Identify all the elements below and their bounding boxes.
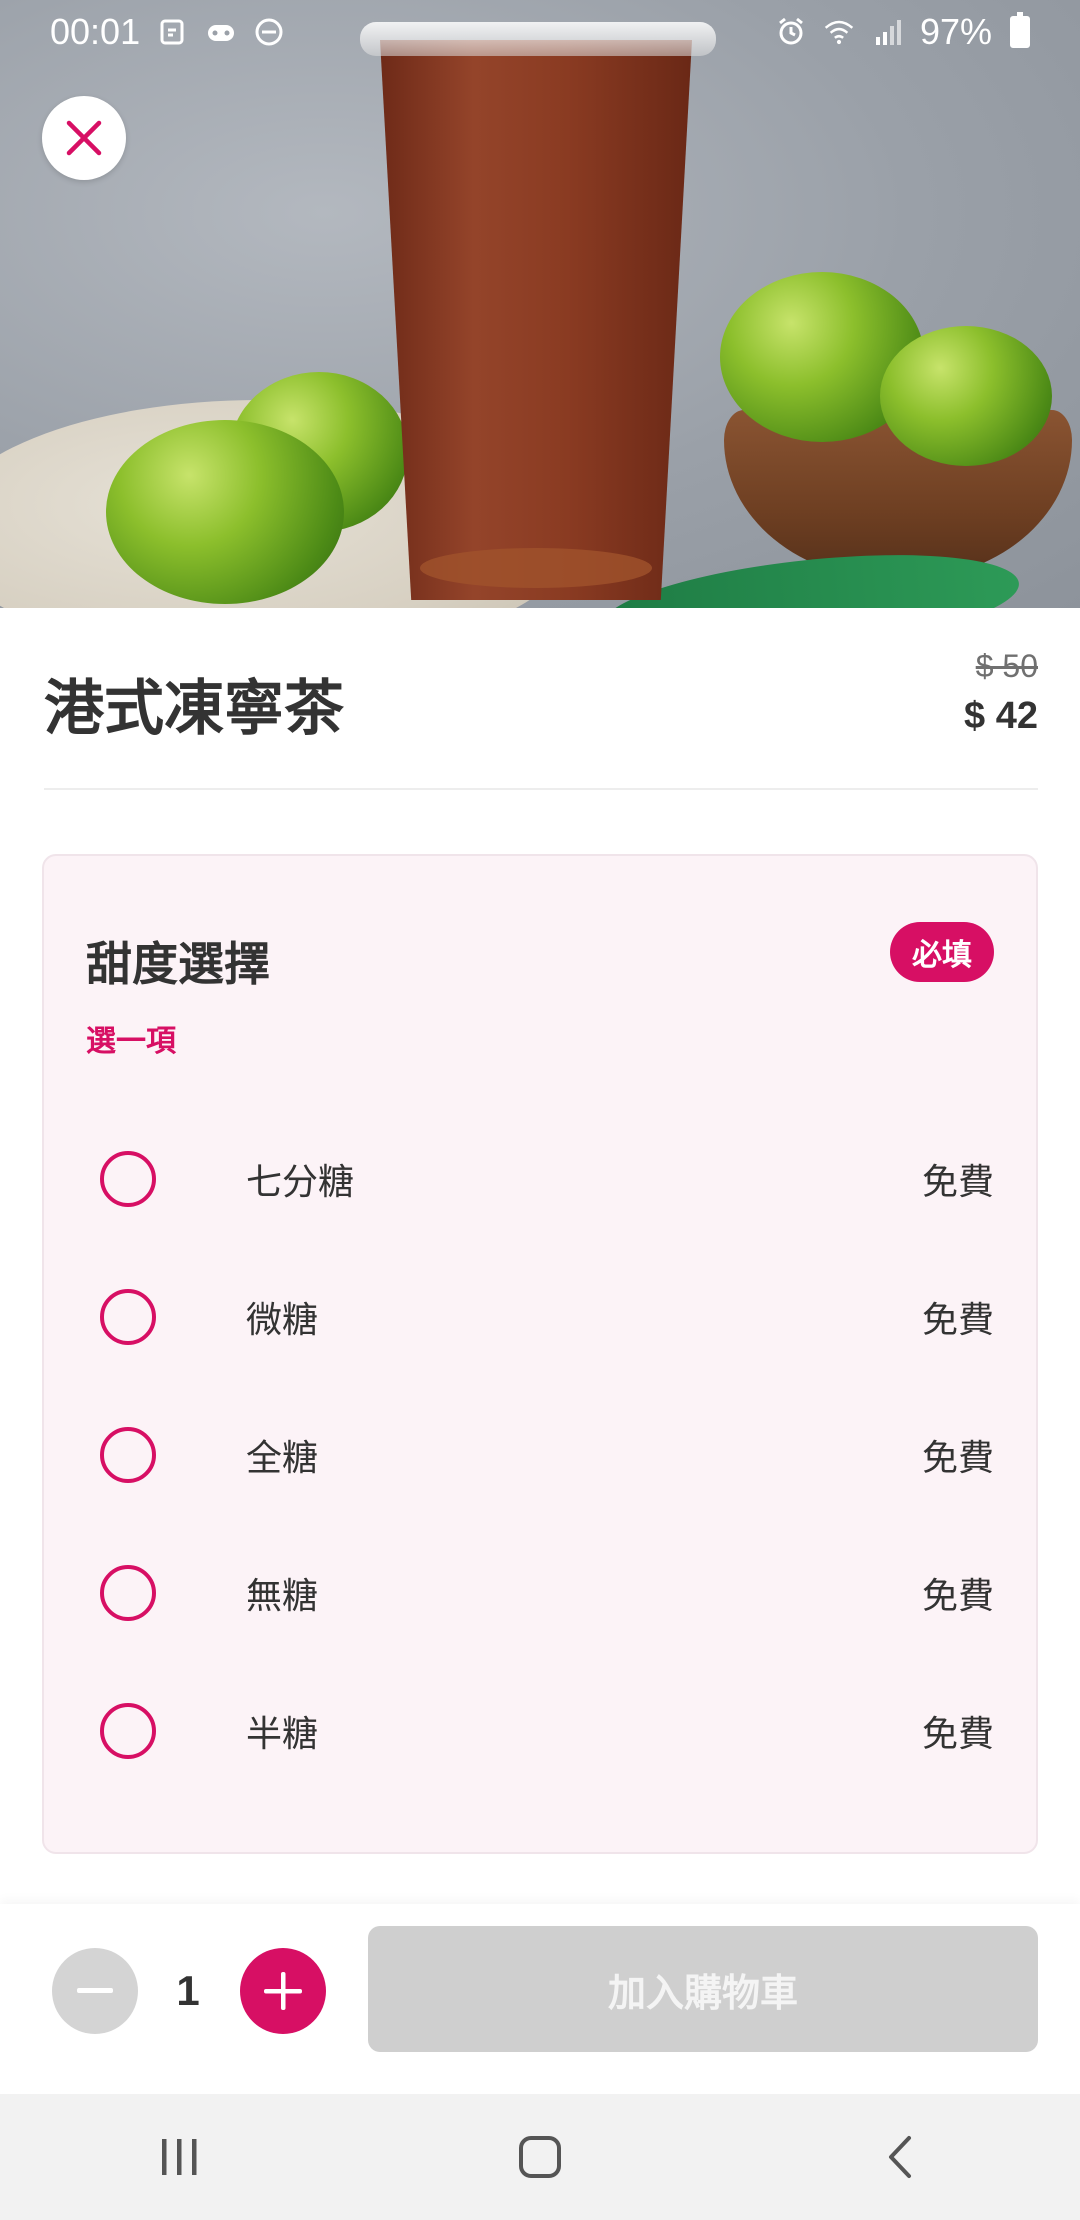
radio-button[interactable] xyxy=(100,1703,156,1759)
do-not-disturb-icon xyxy=(254,17,284,47)
option-label: 半糖 xyxy=(246,1714,319,1755)
option-row[interactable]: 七分糖 免費 xyxy=(44,1110,1036,1248)
option-label: 七分糖 xyxy=(246,1162,355,1203)
radio-button[interactable] xyxy=(100,1565,156,1621)
home-button[interactable] xyxy=(480,2107,600,2207)
price-block: $ 50 $ 42 xyxy=(964,648,1038,738)
product-image xyxy=(0,0,1080,608)
tea-cup xyxy=(380,40,692,600)
add-to-cart-button[interactable]: 加入購物車 xyxy=(368,1926,1038,2052)
battery-level: 97% xyxy=(919,11,992,52)
required-badge: 必填 xyxy=(890,922,994,982)
option-price: 免費 xyxy=(921,1576,994,1617)
close-icon xyxy=(66,120,102,156)
option-price: 免費 xyxy=(921,1438,994,1479)
option-row[interactable]: 無糖 免費 xyxy=(44,1524,1036,1662)
original-price: $ 50 xyxy=(975,648,1038,684)
plus-icon xyxy=(264,1972,302,2010)
back-button[interactable] xyxy=(840,2107,960,2207)
option-price: 免費 xyxy=(921,1162,994,1203)
lime-decor xyxy=(880,326,1052,466)
lime-decor xyxy=(106,420,344,604)
notification-icon xyxy=(158,17,188,47)
recent-apps-icon xyxy=(162,2139,197,2175)
option-label: 全糖 xyxy=(246,1438,319,1479)
option-price: 免費 xyxy=(921,1300,994,1341)
option-row[interactable]: 半糖 免費 xyxy=(44,1662,1036,1800)
increase-quantity-button[interactable] xyxy=(240,1948,326,2034)
option-label: 無糖 xyxy=(246,1576,319,1617)
status-time: 00:01 xyxy=(50,11,141,52)
option-label: 微糖 xyxy=(246,1300,319,1341)
option-row[interactable]: 微糖 免費 xyxy=(44,1248,1036,1386)
radio-button[interactable] xyxy=(100,1151,156,1207)
radio-button[interactable] xyxy=(100,1289,156,1345)
home-icon xyxy=(519,2136,561,2178)
alarm-icon xyxy=(776,17,806,47)
decrease-quantity-button[interactable] xyxy=(52,1948,138,2034)
product-title: 港式凍寧茶 xyxy=(44,674,344,744)
quantity-value: 1 xyxy=(176,1967,200,2014)
option-heading: 甜度選擇 xyxy=(86,937,270,991)
option-list: 七分糖 免費 微糖 免費 全糖 免費 無糖 免費 半糖 免費 xyxy=(44,1110,1036,1800)
recent-apps-button[interactable] xyxy=(120,2107,240,2207)
back-icon xyxy=(889,2136,911,2178)
radio-button[interactable] xyxy=(100,1427,156,1483)
current-price: $ 42 xyxy=(964,695,1038,737)
divider xyxy=(44,788,1038,790)
cart-bar: 1 加入購物車 xyxy=(0,1904,1080,2094)
game-icon xyxy=(206,17,236,47)
cup-bottom xyxy=(420,548,652,588)
sweetness-option-card: 甜度選擇 必填 選一項 七分糖 免費 微糖 免費 全糖 免費 無糖 免費 半糖 … xyxy=(42,854,1038,1854)
battery-icon xyxy=(1010,12,1030,48)
signal-icon xyxy=(872,17,902,47)
option-price: 免費 xyxy=(921,1714,994,1755)
status-bar: 00:01 97% xyxy=(0,0,1080,64)
status-left: 00:01 xyxy=(50,11,284,53)
option-row[interactable]: 全糖 免費 xyxy=(44,1386,1036,1524)
option-subtitle: 選一項 xyxy=(86,1024,176,1059)
wifi-icon xyxy=(824,17,854,47)
system-nav-bar xyxy=(0,2094,1080,2220)
close-button[interactable] xyxy=(42,96,126,180)
status-right: 97% xyxy=(776,11,1030,53)
minus-icon xyxy=(77,1988,113,1993)
